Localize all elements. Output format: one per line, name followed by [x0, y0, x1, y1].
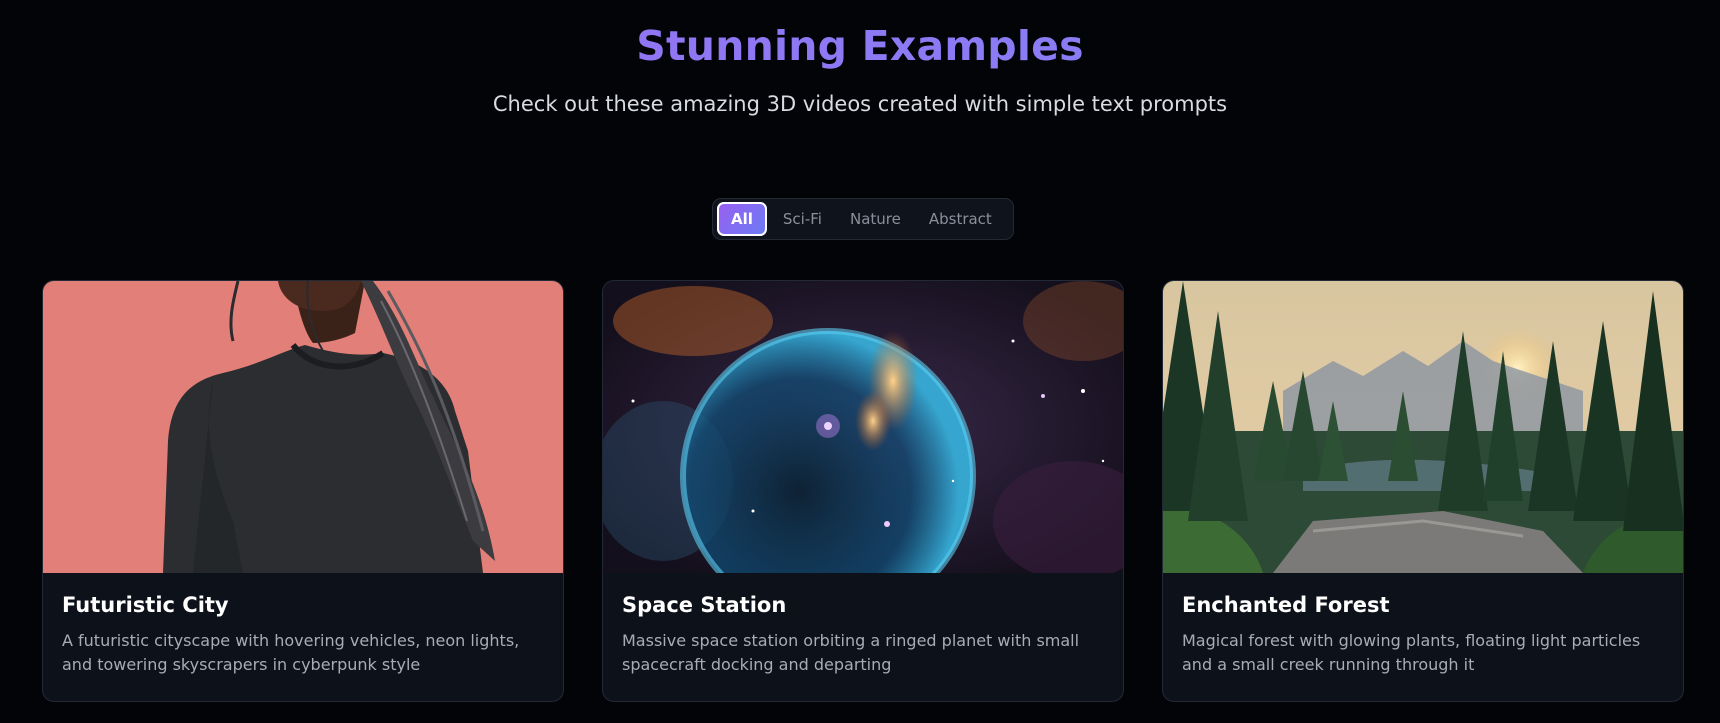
card-title: Enchanted Forest: [1182, 593, 1390, 617]
example-card-enchanted-forest[interactable]: Enchanted Forest Magical forest with glo…: [1162, 280, 1684, 702]
card-description: Magical forest with glowing plants, floa…: [1182, 631, 1641, 674]
card-description: Massive space station orbiting a ringed …: [622, 631, 1080, 674]
filter-tab-sci-fi[interactable]: Sci-Fi: [771, 202, 834, 236]
page-subtitle: Check out these amazing 3D videos create…: [492, 92, 1228, 116]
examples-page: Stunning Examples Check out these amazin…: [0, 0, 1720, 723]
card-thumbnail[interactable]: [43, 281, 563, 573]
filter-tab-nature[interactable]: Nature: [838, 202, 913, 236]
card-description: A futuristic cityscape with hovering veh…: [62, 631, 520, 674]
category-filter-tabs: All Sci-Fi Nature Abstract: [712, 198, 1014, 240]
filter-tab-abstract[interactable]: Abstract: [917, 202, 1004, 236]
card-thumbnail[interactable]: [1163, 281, 1683, 573]
filter-tab-all[interactable]: All: [717, 202, 767, 236]
page-title: Stunning Examples: [0, 22, 1720, 70]
card-title: Space Station: [622, 593, 787, 617]
card-thumbnail[interactable]: [603, 281, 1123, 573]
example-card-space-station[interactable]: Space Station Massive space station orbi…: [602, 280, 1124, 702]
example-card-futuristic-city[interactable]: Futuristic City A futuristic cityscape w…: [42, 280, 564, 702]
card-title: Futuristic City: [62, 593, 229, 617]
